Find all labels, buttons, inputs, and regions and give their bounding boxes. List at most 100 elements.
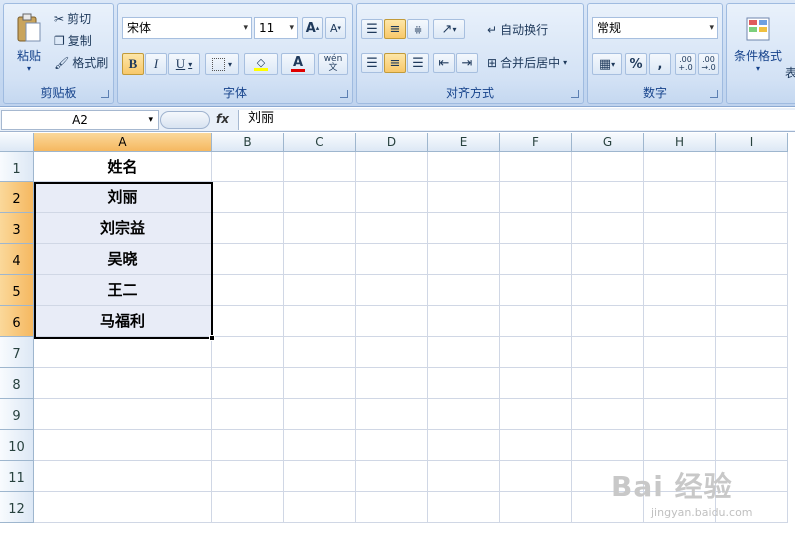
row-header-3[interactable]: 3	[0, 213, 34, 244]
cell-i4[interactable]	[716, 244, 788, 275]
fill-handle[interactable]	[209, 335, 215, 341]
cell-a8[interactable]	[34, 368, 212, 399]
cell-b5[interactable]	[212, 275, 284, 306]
cell-f6[interactable]	[500, 306, 572, 337]
cell-e1[interactable]	[428, 152, 500, 182]
align-top-button[interactable]: ☰	[361, 19, 383, 39]
cell-c8[interactable]	[284, 368, 356, 399]
cell-h9[interactable]	[644, 399, 716, 430]
column-header-a[interactable]: A	[34, 133, 212, 152]
cell-e11[interactable]	[428, 461, 500, 492]
cell-e4[interactable]	[428, 244, 500, 275]
column-header-h[interactable]: H	[644, 133, 716, 152]
row-header-2[interactable]: 2	[0, 182, 34, 213]
cell-d9[interactable]	[356, 399, 428, 430]
cell-f2[interactable]	[500, 182, 572, 213]
copy-button[interactable]: ❐ 复制	[54, 32, 92, 49]
row-header-6[interactable]: 6	[0, 306, 34, 337]
row-header-12[interactable]: 12	[0, 492, 34, 523]
cell-h5[interactable]	[644, 275, 716, 306]
decrease-decimal-button[interactable]: .00 →.0	[698, 53, 719, 75]
cell-g4[interactable]	[572, 244, 644, 275]
cell-g8[interactable]	[572, 368, 644, 399]
row-header-1[interactable]: 1	[0, 152, 34, 182]
cell-e6[interactable]	[428, 306, 500, 337]
cell-b12[interactable]	[212, 492, 284, 523]
row-header-4[interactable]: 4	[0, 244, 34, 275]
accounting-format-button[interactable]: ▦ ▾	[592, 53, 622, 75]
comma-button[interactable]: ,	[649, 53, 671, 75]
bold-button[interactable]: B	[122, 53, 144, 75]
merge-center-button[interactable]: ⊞ 合并后居中 ▾	[487, 54, 567, 71]
row-header-8[interactable]: 8	[0, 368, 34, 399]
cell-g1[interactable]	[572, 152, 644, 182]
cell-c10[interactable]	[284, 430, 356, 461]
orientation-button[interactable]: ↗ ▾	[433, 19, 465, 39]
cell-f11[interactable]	[500, 461, 572, 492]
row-header-7[interactable]: 7	[0, 337, 34, 368]
cell-d11[interactable]	[356, 461, 428, 492]
column-header-i[interactable]: I	[716, 133, 788, 152]
cell-g7[interactable]	[572, 337, 644, 368]
cell-i6[interactable]	[716, 306, 788, 337]
cell-d2[interactable]	[356, 182, 428, 213]
align-right-button[interactable]: ☰	[407, 53, 429, 73]
cell-f1[interactable]	[500, 152, 572, 182]
dialog-launcher-icon[interactable]	[101, 90, 109, 98]
wrap-text-button[interactable]: ↵ 自动换行	[487, 21, 548, 38]
cell-d1[interactable]	[356, 152, 428, 182]
cell-a7[interactable]	[34, 337, 212, 368]
increase-decimal-button[interactable]: .00 +.0	[675, 53, 696, 75]
cell-f8[interactable]	[500, 368, 572, 399]
cell-f4[interactable]	[500, 244, 572, 275]
cell-c7[interactable]	[284, 337, 356, 368]
cell-h2[interactable]	[644, 182, 716, 213]
cell-d10[interactable]	[356, 430, 428, 461]
cell-d5[interactable]	[356, 275, 428, 306]
dialog-launcher-icon[interactable]	[340, 90, 348, 98]
cell-d7[interactable]	[356, 337, 428, 368]
dialog-launcher-icon[interactable]	[571, 90, 579, 98]
cell-g5[interactable]	[572, 275, 644, 306]
column-header-g[interactable]: G	[572, 133, 644, 152]
cell-d12[interactable]	[356, 492, 428, 523]
cell-e8[interactable]	[428, 368, 500, 399]
cell-i7[interactable]	[716, 337, 788, 368]
column-header-f[interactable]: F	[500, 133, 572, 152]
cell-b9[interactable]	[212, 399, 284, 430]
column-header-e[interactable]: E	[428, 133, 500, 152]
cut-button[interactable]: ✂ 剪切	[54, 10, 91, 27]
cell-f7[interactable]	[500, 337, 572, 368]
cell-a9[interactable]	[34, 399, 212, 430]
cell-h1[interactable]	[644, 152, 716, 182]
decrease-indent-button[interactable]: ⇤	[433, 53, 455, 73]
cell-c3[interactable]	[284, 213, 356, 244]
cell-i5[interactable]	[716, 275, 788, 306]
cell-d8[interactable]	[356, 368, 428, 399]
cell-i8[interactable]	[716, 368, 788, 399]
cell-h6[interactable]	[644, 306, 716, 337]
cell-d4[interactable]	[356, 244, 428, 275]
cell-i1[interactable]	[716, 152, 788, 182]
name-box[interactable]: A2 ▾	[1, 110, 159, 130]
row-header-5[interactable]: 5	[0, 275, 34, 306]
cell-e9[interactable]	[428, 399, 500, 430]
formula-input[interactable]: 刘丽	[238, 110, 795, 130]
cell-c9[interactable]	[284, 399, 356, 430]
cell-a11[interactable]	[34, 461, 212, 492]
font-size-select[interactable]: 11 ▾	[254, 17, 298, 39]
insert-function-button[interactable]: fx	[216, 112, 229, 126]
cell-d3[interactable]	[356, 213, 428, 244]
align-bottom-button[interactable]: ⩷	[407, 19, 429, 39]
cell-i2[interactable]	[716, 182, 788, 213]
cell-c12[interactable]	[284, 492, 356, 523]
cell-b1[interactable]	[212, 152, 284, 182]
align-middle-button[interactable]: ≡	[384, 19, 406, 39]
cell-f3[interactable]	[500, 213, 572, 244]
cell-b6[interactable]	[212, 306, 284, 337]
cell-a1[interactable]: 姓名	[34, 152, 212, 182]
grow-font-button[interactable]: A ▴	[302, 17, 323, 39]
format-as-table-label[interactable]: 表	[785, 64, 795, 81]
cell-i9[interactable]	[716, 399, 788, 430]
font-name-select[interactable]: 宋体 ▾	[122, 17, 252, 39]
